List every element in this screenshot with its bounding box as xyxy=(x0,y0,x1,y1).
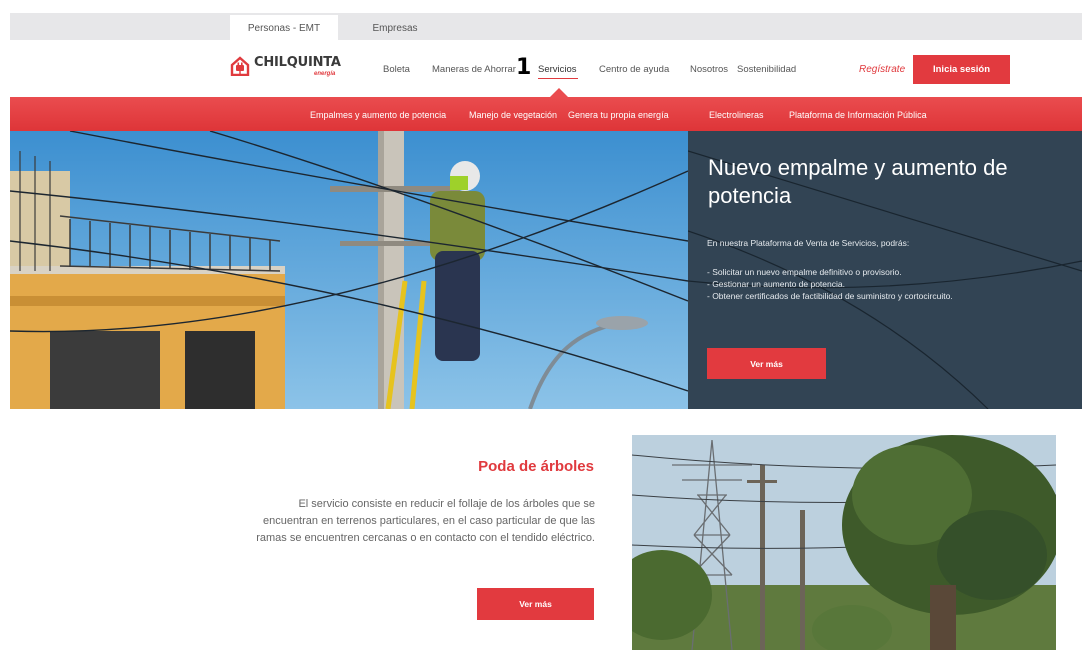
subnav-manejo-vegetacion[interactable]: Manejo de vegetación xyxy=(469,110,557,120)
audience-bar xyxy=(10,13,1082,40)
section-ver-mas-button[interactable]: Ver más xyxy=(477,588,594,620)
hero-bullet: - Solicitar un nuevo empalme definitivo … xyxy=(707,267,902,277)
tab-empresas[interactable]: Empresas xyxy=(355,15,435,41)
brand-logo[interactable]: CHILQUINTA energía xyxy=(230,55,341,77)
house-plug-icon xyxy=(230,56,250,76)
hero-bullet: - Obtener certificados de factibilidad d… xyxy=(707,291,953,301)
nav-boleta[interactable]: Boleta xyxy=(383,64,410,75)
tab-personas[interactable]: Personas - EMT xyxy=(230,15,338,41)
hero-bullet: - Gestionar un aumento de potencia. xyxy=(707,279,845,289)
login-button[interactable]: Inicia sesión xyxy=(913,55,1010,84)
annotation-marker-1: 1 xyxy=(516,55,532,80)
hero-ver-mas-button[interactable]: Ver más xyxy=(707,348,826,379)
tree-power-lines-photo xyxy=(632,435,1056,650)
nav-centro-de-ayuda[interactable]: Centro de ayuda xyxy=(599,64,669,75)
subnav-empalmes[interactable]: Empalmes y aumento de potencia xyxy=(310,110,446,120)
register-link[interactable]: Regístrate xyxy=(859,64,905,75)
nav-servicios[interactable]: Servicios xyxy=(538,64,577,75)
nav-sostenibilidad[interactable]: Sostenibilidad xyxy=(737,64,796,75)
subnav-plataforma-informacion[interactable]: Plataforma de Información Pública xyxy=(789,110,927,120)
active-nav-underline xyxy=(538,78,578,79)
nav-maneras-de-ahorrar[interactable]: Maneras de Ahorrar xyxy=(432,64,516,75)
brand-tagline: energía xyxy=(314,71,336,77)
hero-bullet-list: - Solicitar un nuevo empalme definitivo … xyxy=(707,266,1007,302)
subnav-genera-energia[interactable]: Genera tu propia energía xyxy=(568,110,669,120)
hero-intro: En nuestra Plataforma de Venta de Servic… xyxy=(707,238,910,248)
brand-name: CHILQUINTA xyxy=(254,55,341,70)
nav-nosotros[interactable]: Nosotros xyxy=(690,64,728,75)
section-title: Poda de árboles xyxy=(478,458,594,475)
hero-title: Nuevo empalme y aumento de potencia xyxy=(708,155,1008,208)
hero-lineman-photo xyxy=(10,131,688,409)
subnav-electrolineras[interactable]: Electrolineras xyxy=(709,110,764,120)
section-body: El servicio consiste en reducir el folla… xyxy=(256,498,595,544)
